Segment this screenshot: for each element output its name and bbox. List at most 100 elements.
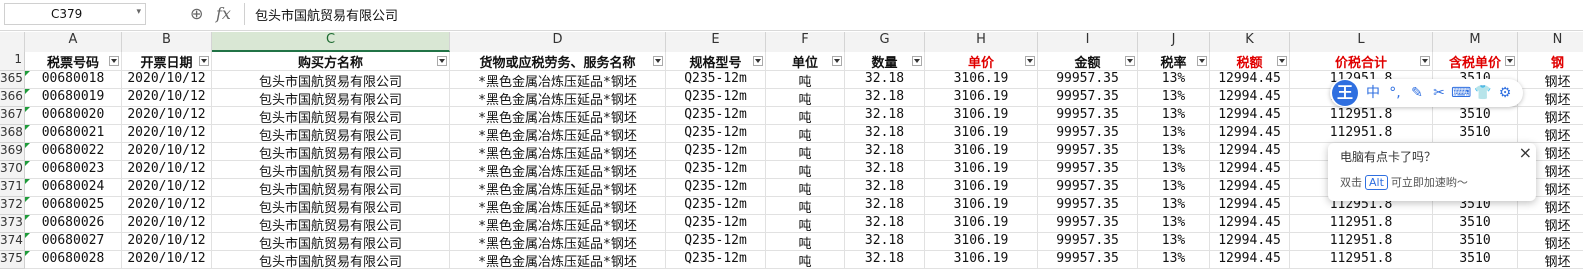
table-cell[interactable]: 112951.8 [1290,251,1433,269]
table-cell[interactable]: 钢坯 [1518,89,1583,107]
table-cell[interactable]: 3106.19 [925,161,1038,179]
header-cell[interactable]: 税率 [1138,52,1210,71]
table-cell[interactable]: 99957.35 [1038,251,1138,269]
column-header-j[interactable]: J [1138,32,1210,52]
table-cell[interactable]: 13% [1138,107,1210,125]
table-cell[interactable]: *黑色金属冶炼压延品*钢坯 [450,71,666,89]
table-cell[interactable]: *黑色金属冶炼压延品*钢坯 [450,197,666,215]
scissors-icon[interactable]: ✂ [1429,83,1449,103]
table-cell[interactable]: 2020/10/12 [122,215,212,233]
column-header-n[interactable]: N [1518,32,1583,52]
table-cell[interactable]: 3510 [1433,251,1518,269]
table-cell[interactable]: 32.18 [845,125,925,143]
table-cell[interactable]: 99957.35 [1038,179,1138,197]
header-cell[interactable]: 数量 [845,52,925,71]
table-cell[interactable]: 32.18 [845,89,925,107]
table-cell[interactable]: 32.18 [845,251,925,269]
table-cell[interactable]: 3510 [1433,233,1518,251]
table-cell[interactable]: 吨 [766,71,845,89]
table-cell[interactable]: 钢坯 [1518,215,1583,233]
table-cell[interactable]: 吨 [766,251,845,269]
handwriting-icon[interactable]: ✎ [1407,83,1427,103]
language-icon[interactable]: 中 [1363,83,1383,103]
table-cell[interactable]: 3106.19 [925,107,1038,125]
table-cell[interactable]: 吨 [766,233,845,251]
table-cell[interactable]: 包头市国航贸易有限公司 [212,143,450,161]
table-cell[interactable]: 钢坯 [1518,71,1583,89]
table-cell[interactable]: 包头市国航贸易有限公司 [212,161,450,179]
table-cell[interactable]: 吨 [766,125,845,143]
table-cell[interactable]: *黑色金属冶炼压延品*钢坯 [450,251,666,269]
close-icon[interactable]: × [1519,143,1532,162]
table-cell[interactable]: Q235-12m [666,233,766,251]
column-header-f[interactable]: F [766,32,845,52]
table-cell[interactable]: 00680022 [25,143,122,161]
row-header[interactable]: 366 [0,89,25,107]
filter-dropdown-icon[interactable] [437,56,447,66]
table-cell[interactable]: 3106.19 [925,71,1038,89]
table-cell[interactable]: 包头市国航贸易有限公司 [212,107,450,125]
header-cell[interactable]: 单位 [766,52,845,71]
table-cell[interactable]: 99957.35 [1038,143,1138,161]
column-header-k[interactable]: K [1210,32,1290,52]
row-header[interactable]: 374 [0,233,25,251]
column-header-e[interactable]: E [666,32,766,52]
table-cell[interactable]: 吨 [766,161,845,179]
table-cell[interactable]: 钢坯 [1518,251,1583,269]
punctuation-icon[interactable]: °, [1385,83,1405,103]
table-cell[interactable]: 32.18 [845,161,925,179]
row-header[interactable]: 1 [0,52,25,71]
table-cell[interactable]: 00680028 [25,251,122,269]
name-box[interactable]: C379 ▾ [4,3,146,25]
table-cell[interactable]: 3106.19 [925,125,1038,143]
formula-input[interactable]: 包头市国航贸易有限公司 [244,3,1574,25]
table-cell[interactable]: 吨 [766,107,845,125]
table-cell[interactable]: 13% [1138,215,1210,233]
row-header[interactable]: 369 [0,143,25,161]
column-header-m[interactable]: M [1433,32,1518,52]
table-cell[interactable]: 包头市国航贸易有限公司 [212,251,450,269]
filter-dropdown-icon[interactable] [653,56,663,66]
column-header-i[interactable]: I [1038,32,1138,52]
filter-dropdown-icon[interactable] [199,56,209,66]
table-cell[interactable]: 吨 [766,179,845,197]
table-cell[interactable]: 吨 [766,89,845,107]
table-cell[interactable]: Q235-12m [666,107,766,125]
table-cell[interactable]: 2020/10/12 [122,179,212,197]
table-cell[interactable]: 00680023 [25,161,122,179]
table-cell[interactable]: 3510 [1433,215,1518,233]
table-cell[interactable]: 吨 [766,143,845,161]
chevron-down-icon[interactable]: ▾ [136,7,141,17]
table-cell[interactable]: 3106.19 [925,89,1038,107]
table-cell[interactable]: *黑色金属冶炼压延品*钢坯 [450,161,666,179]
table-cell[interactable]: 13% [1138,161,1210,179]
table-cell[interactable]: 32.18 [845,143,925,161]
table-cell[interactable]: 32.18 [845,215,925,233]
row-header[interactable]: 373 [0,215,25,233]
table-cell[interactable]: Q235-12m [666,71,766,89]
column-header-g[interactable]: G [845,32,925,52]
table-cell[interactable]: 12994.45 [1210,161,1290,179]
table-cell[interactable]: 12994.45 [1210,179,1290,197]
table-cell[interactable]: 13% [1138,251,1210,269]
table-cell[interactable]: *黑色金属冶炼压延品*钢坯 [450,179,666,197]
filter-dropdown-icon[interactable] [1277,56,1287,66]
table-cell[interactable]: *黑色金属冶炼压延品*钢坯 [450,125,666,143]
header-cell[interactable]: 单价 [925,52,1038,71]
table-cell[interactable]: 钢坯 [1518,125,1583,143]
table-cell[interactable]: 3106.19 [925,251,1038,269]
column-header-h[interactable]: H [925,32,1038,52]
table-cell[interactable]: 2020/10/12 [122,143,212,161]
table-cell[interactable]: 99957.35 [1038,125,1138,143]
filter-dropdown-icon[interactable] [1420,56,1430,66]
table-cell[interactable]: 32.18 [845,197,925,215]
table-cell[interactable]: Q235-12m [666,251,766,269]
table-cell[interactable]: 2020/10/12 [122,89,212,107]
table-cell[interactable]: 112951.8 [1290,215,1433,233]
table-cell[interactable]: 12994.45 [1210,197,1290,215]
table-cell[interactable]: 00680025 [25,197,122,215]
table-cell[interactable]: 2020/10/12 [122,197,212,215]
row-header[interactable]: 372 [0,197,25,215]
table-cell[interactable]: 13% [1138,143,1210,161]
table-cell[interactable]: 3510 [1433,125,1518,143]
